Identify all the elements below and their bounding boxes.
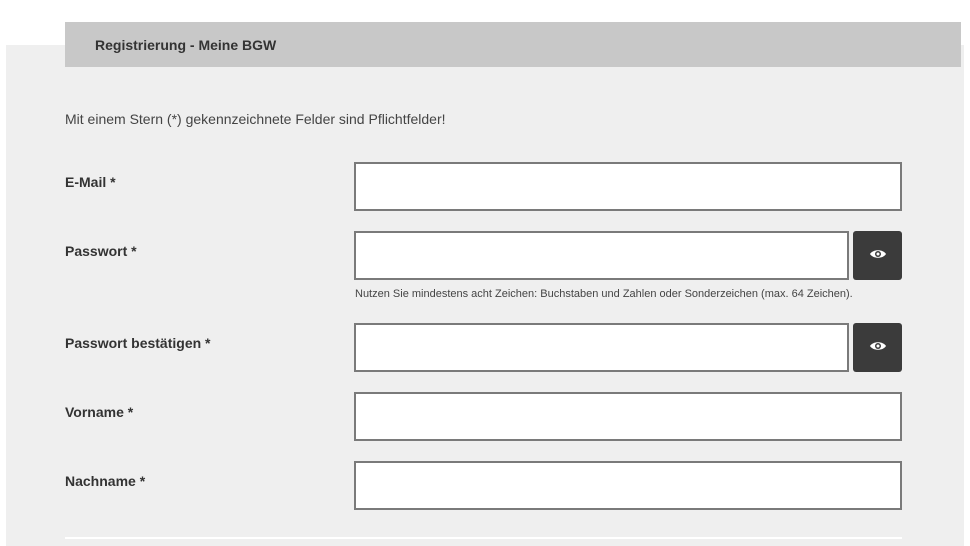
- toggle-password-confirm-visibility-button[interactable]: [853, 323, 902, 372]
- page-title: Registrierung - Meine BGW: [95, 36, 277, 53]
- registration-page: Registrierung - Meine BGW Mit einem Ster…: [0, 0, 970, 546]
- section-header: Registrierung - Meine BGW: [65, 22, 961, 67]
- email-label: E-Mail *: [65, 174, 116, 190]
- password-label: Passwort *: [65, 243, 137, 259]
- password-confirm-label: Passwort bestätigen *: [65, 335, 211, 351]
- eye-icon: [869, 247, 887, 265]
- password-field[interactable]: [354, 231, 849, 280]
- password-confirm-field[interactable]: [354, 323, 849, 372]
- toggle-password-visibility-button[interactable]: [853, 231, 902, 280]
- password-hint: Nutzen Sie mindestens acht Zeichen: Buch…: [355, 288, 853, 300]
- firstname-label: Vorname *: [65, 404, 134, 420]
- firstname-field[interactable]: [354, 392, 902, 441]
- required-fields-note: Mit einem Stern (*) gekennzeichnete Feld…: [65, 111, 446, 127]
- divider: [65, 537, 902, 539]
- lastname-field[interactable]: [354, 461, 902, 510]
- email-field[interactable]: [354, 162, 902, 211]
- eye-icon: [869, 339, 887, 357]
- lastname-label: Nachname *: [65, 473, 146, 489]
